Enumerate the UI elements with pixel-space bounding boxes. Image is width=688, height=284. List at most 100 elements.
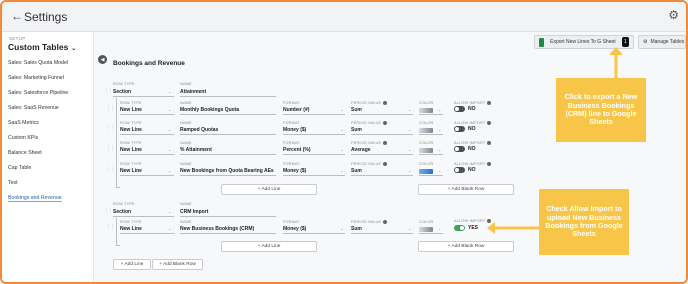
line-name[interactable]: Monthly Bookings Quota bbox=[180, 107, 239, 113]
row-type-value[interactable]: New Line bbox=[120, 127, 142, 133]
manage-tables-button[interactable]: ⚙ Manage Tables bbox=[638, 35, 686, 49]
line-format[interactable]: Money ($) bbox=[283, 168, 306, 174]
info-icon[interactable] bbox=[487, 101, 492, 105]
line-period-value[interactable]: Average bbox=[351, 147, 371, 153]
allow-import-toggle[interactable] bbox=[454, 225, 465, 231]
drag-handle-icon[interactable]: ⋮⋮ bbox=[106, 224, 115, 230]
chevron-down-icon[interactable]: ⌄ bbox=[340, 127, 343, 132]
line-period-value[interactable]: Sum bbox=[351, 107, 362, 113]
info-icon[interactable] bbox=[487, 162, 492, 166]
allow-import-toggle[interactable] bbox=[454, 146, 465, 152]
chevron-down-icon[interactable]: ⌄ bbox=[438, 168, 441, 173]
line-period-value[interactable]: Sum bbox=[351, 226, 362, 232]
top-bar: ← Settings ⚙ bbox=[2, 2, 686, 32]
chevron-down-icon[interactable]: ⌄ bbox=[438, 127, 441, 132]
color-swatch[interactable] bbox=[419, 108, 433, 113]
line-period-value[interactable]: Sum bbox=[351, 127, 362, 133]
sidebar-item-saas-revenue[interactable]: Sales: SaaS Revenue bbox=[8, 105, 59, 111]
drag-handle-icon[interactable]: ⋮⋮ bbox=[106, 125, 115, 131]
row-type-value[interactable]: New Line bbox=[120, 168, 142, 174]
allow-import-value: NO bbox=[468, 167, 476, 173]
line-format[interactable]: Percent (%) bbox=[283, 147, 311, 153]
info-icon[interactable] bbox=[383, 141, 388, 145]
chevron-down-icon: ⌄ bbox=[71, 46, 77, 52]
chevron-down-icon[interactable]: ⌄ bbox=[168, 168, 171, 173]
line-name[interactable]: % Attainment bbox=[180, 147, 212, 153]
add-blank-row-button[interactable]: + Add Blank Row bbox=[418, 184, 514, 195]
sidebar-item-salesforce-pipeline[interactable]: Sales: Salesforce Pipeline bbox=[8, 90, 68, 96]
add-blank-row-button[interactable]: + Add Blank Row bbox=[418, 241, 514, 252]
gear-icon[interactable]: ⚙ bbox=[668, 8, 679, 22]
manage-tables-label: Manage Tables bbox=[650, 39, 685, 45]
chevron-down-icon[interactable]: ⌄ bbox=[168, 89, 171, 94]
chevron-down-icon[interactable]: ⌄ bbox=[438, 147, 441, 152]
line-name[interactable]: Ramped Quotas bbox=[180, 127, 218, 133]
allow-import-value: NO bbox=[468, 106, 476, 112]
color-swatch[interactable] bbox=[419, 148, 433, 153]
info-icon[interactable] bbox=[487, 121, 492, 125]
line-name[interactable]: New Bookings from Quota Bearing AEs bbox=[180, 168, 274, 174]
sidebar-title[interactable]: Custom Tables ⌄ bbox=[8, 42, 76, 52]
section-row-type[interactable]: Section bbox=[113, 89, 131, 95]
chevron-down-icon[interactable]: ⌄ bbox=[438, 226, 441, 231]
drag-handle-icon[interactable]: ⋮⋮ bbox=[104, 208, 113, 214]
name-label: NAME bbox=[180, 82, 192, 86]
line-format[interactable]: Number (#) bbox=[283, 107, 309, 113]
info-icon[interactable] bbox=[487, 141, 492, 145]
chevron-down-icon[interactable]: ⌄ bbox=[408, 147, 411, 152]
sidebar-item-balance-sheet[interactable]: Balance Sheet bbox=[8, 150, 42, 156]
info-icon[interactable] bbox=[383, 101, 388, 105]
drag-handle-icon[interactable]: ⋮⋮ bbox=[106, 145, 115, 151]
chevron-down-icon[interactable]: ⌄ bbox=[340, 107, 343, 112]
chevron-down-icon[interactable]: ⌄ bbox=[408, 168, 411, 173]
allow-import-toggle[interactable] bbox=[454, 126, 465, 132]
allow-import-value: YES bbox=[468, 225, 479, 231]
sidebar-item-bookings-and-revenue[interactable]: Bookings and Revenue bbox=[8, 195, 62, 202]
add-line-button[interactable]: + Add Line bbox=[113, 259, 151, 270]
allow-import-toggle[interactable] bbox=[454, 167, 465, 173]
sidebar-item-saas-metrics[interactable]: SaaS Metrics bbox=[8, 120, 39, 126]
section-name[interactable]: CRM Import bbox=[180, 209, 208, 215]
chevron-down-icon[interactable]: ⌄ bbox=[168, 226, 171, 231]
allow-import-toggle[interactable] bbox=[454, 106, 465, 112]
line-format[interactable]: Money ($) bbox=[283, 226, 306, 232]
section-name[interactable]: Attainment bbox=[180, 89, 206, 95]
chevron-down-icon[interactable]: ⌄ bbox=[408, 127, 411, 132]
line-format[interactable]: Money ($) bbox=[283, 127, 306, 133]
chevron-down-icon[interactable]: ⌄ bbox=[408, 226, 411, 231]
section-row-type[interactable]: Section bbox=[113, 209, 131, 215]
sidebar-item-sales-quota-model[interactable]: Sales: Sales Quota Model bbox=[8, 60, 68, 66]
color-swatch[interactable] bbox=[419, 169, 433, 174]
chevron-down-icon[interactable]: ⌄ bbox=[168, 107, 171, 112]
drag-handle-icon[interactable]: ⋮⋮ bbox=[106, 166, 115, 172]
chevron-down-icon[interactable]: ⌄ bbox=[340, 226, 343, 231]
row-type-value[interactable]: New Line bbox=[120, 147, 142, 153]
add-line-button[interactable]: + Add Line bbox=[221, 241, 317, 252]
chevron-down-icon[interactable]: ⌄ bbox=[168, 209, 171, 214]
info-icon[interactable] bbox=[383, 220, 388, 224]
chevron-down-icon[interactable]: ⌄ bbox=[168, 127, 171, 132]
add-line-button[interactable]: + Add Line bbox=[221, 184, 317, 195]
collapse-sidebar-icon[interactable]: ◀ bbox=[98, 55, 107, 64]
info-icon[interactable] bbox=[383, 121, 388, 125]
sidebar-item-marketing-funnel[interactable]: Sales: Marketing Funnel bbox=[8, 75, 64, 81]
info-icon[interactable] bbox=[383, 162, 388, 166]
back-arrow-icon[interactable]: ← bbox=[11, 9, 23, 23]
sidebar-item-cap-table[interactable]: Cap Table bbox=[8, 165, 31, 171]
color-swatch[interactable] bbox=[419, 128, 433, 133]
chevron-down-icon[interactable]: ⌄ bbox=[438, 107, 441, 112]
chevron-down-icon[interactable]: ⌄ bbox=[408, 107, 411, 112]
row-type-value[interactable]: New Line bbox=[120, 107, 142, 113]
drag-handle-icon[interactable]: ⋮⋮ bbox=[104, 88, 113, 94]
chevron-down-icon[interactable]: ⌄ bbox=[340, 147, 343, 152]
drag-handle-icon[interactable]: ⋮⋮ bbox=[106, 105, 115, 111]
sidebar-item-custom-kpis[interactable]: Custom KPIs bbox=[8, 135, 38, 141]
row-type-value[interactable]: New Line bbox=[120, 226, 142, 232]
add-blank-row-button[interactable]: + Add Blank Row bbox=[152, 259, 203, 270]
color-swatch[interactable] bbox=[419, 227, 433, 232]
chevron-down-icon[interactable]: ⌄ bbox=[340, 168, 343, 173]
sidebar-item-test[interactable]: Test bbox=[8, 180, 18, 186]
chevron-down-icon[interactable]: ⌄ bbox=[168, 147, 171, 152]
line-name[interactable]: New Business Bookings (CRM) bbox=[180, 226, 254, 232]
line-period-value[interactable]: Sum bbox=[351, 168, 362, 174]
